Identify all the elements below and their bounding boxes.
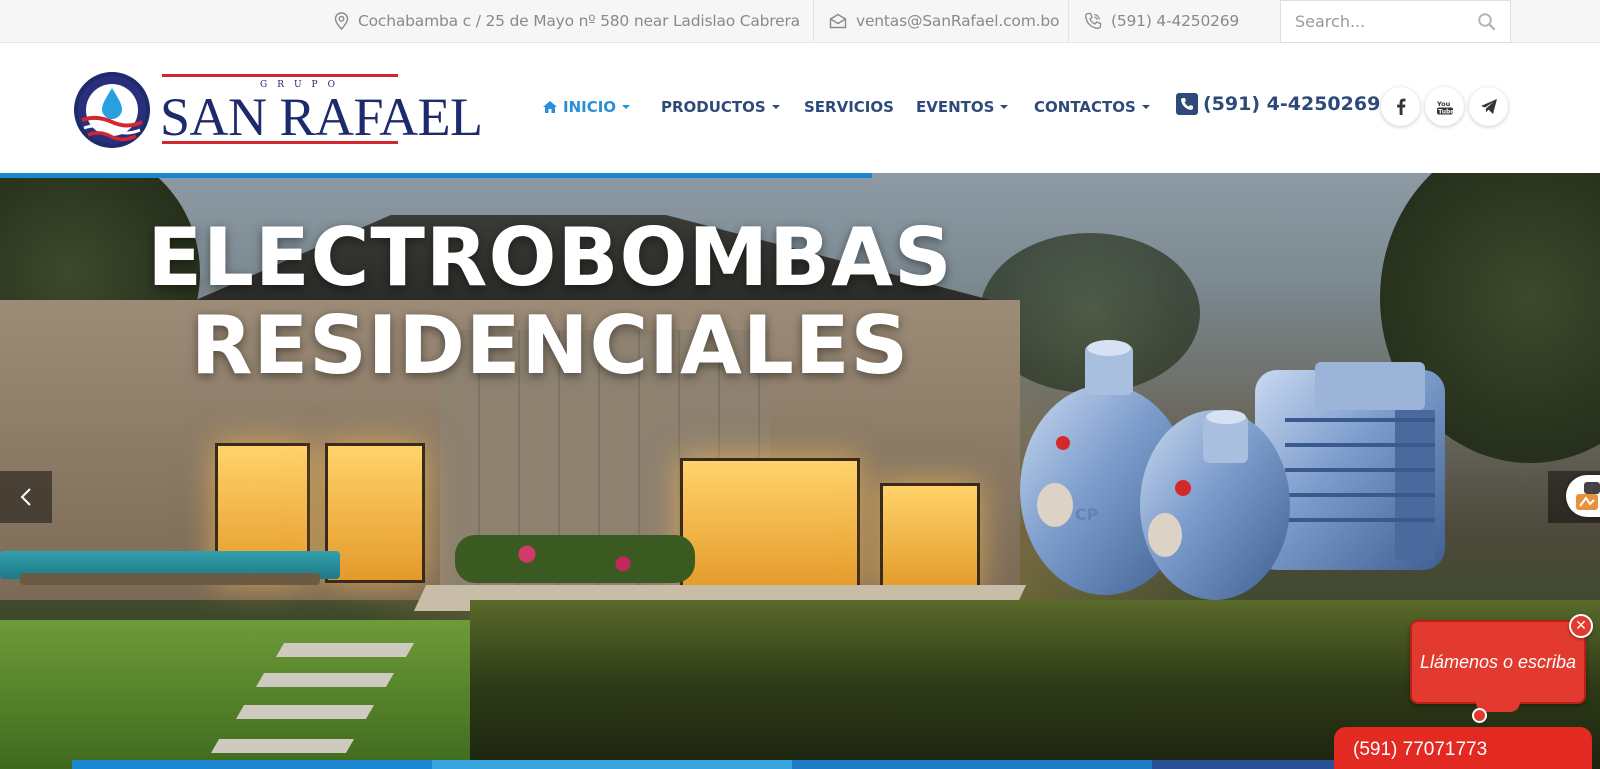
- site-header: GRUPO SAN RAFAEL INICIO PRODUCTOS SERVIC…: [0, 43, 1600, 173]
- address-info: Cochabamba c / 25 de Mayo nº 580 near La…: [334, 0, 800, 42]
- search-input[interactable]: [1295, 1, 1475, 42]
- topbar-divider: [1068, 0, 1069, 42]
- facebook-icon: [1396, 98, 1405, 115]
- stepping-stone: [275, 643, 415, 657]
- stepping-stone: [255, 673, 395, 687]
- header-phone-text: (591) 4-4250269: [1203, 93, 1381, 115]
- phone-icon: [1085, 12, 1102, 29]
- chevron-down-icon: [771, 105, 780, 109]
- contact-phone-text: (591) 77071773: [1353, 739, 1488, 760]
- address-text: Cochabamba c / 25 de Mayo nº 580 near La…: [358, 12, 800, 30]
- home-icon: [543, 101, 557, 113]
- nav-label: SERVICIOS: [804, 98, 894, 116]
- stepping-stone: [235, 705, 375, 719]
- info-strip-3: [792, 760, 1152, 769]
- telegram-icon: [1480, 99, 1497, 114]
- logo[interactable]: GRUPO SAN RAFAEL: [72, 70, 483, 150]
- chevron-left-icon: [20, 488, 31, 506]
- phone-square-icon: [1176, 93, 1198, 115]
- facebook-button[interactable]: [1381, 87, 1420, 126]
- contact-bubble-dot: [1472, 708, 1487, 723]
- nav-label: PRODUCTOS: [661, 98, 766, 116]
- search-box: [1280, 0, 1511, 43]
- house-window: [325, 443, 425, 583]
- info-strip-4: [1152, 760, 1352, 769]
- chevron-down-icon: [622, 105, 631, 109]
- envelope-icon: [829, 13, 847, 29]
- logo-name: SAN RAFAEL: [160, 87, 483, 147]
- nav-eventos[interactable]: EVENTOS: [916, 98, 1009, 116]
- info-strip-2: [432, 760, 792, 769]
- search-icon[interactable]: [1477, 12, 1496, 31]
- stepping-stone: [210, 739, 355, 753]
- nav-label: EVENTOS: [916, 98, 995, 116]
- contact-bubble[interactable]: Llámenos o escriba: [1410, 620, 1586, 704]
- logo-rule-top: [162, 74, 398, 77]
- telegram-button[interactable]: [1469, 87, 1508, 126]
- email-link[interactable]: ventas@SanRafael.com.bo: [856, 12, 1059, 30]
- phone-info[interactable]: (591) 4-4250269: [1084, 0, 1239, 42]
- pump-image: CP: [1020, 340, 1445, 600]
- patio-table: [20, 573, 320, 585]
- header-phone[interactable]: (591) 4-4250269: [1176, 93, 1380, 115]
- svg-text:You: You: [1436, 100, 1451, 108]
- youtube-button[interactable]: You Tube: [1425, 87, 1464, 126]
- email-info[interactable]: ventas@SanRafael.com.bo: [829, 0, 1059, 42]
- chat-widget-icon: [1576, 482, 1600, 510]
- slider-prev-button[interactable]: [0, 471, 52, 523]
- nav-productos[interactable]: PRODUCTOS: [661, 98, 780, 116]
- flower-bed: [455, 535, 695, 583]
- close-icon[interactable]: ✕: [1569, 614, 1593, 638]
- nav-contactos[interactable]: CONTACTOS: [1034, 98, 1150, 116]
- contact-phone-button[interactable]: (591) 77071773: [1334, 727, 1592, 769]
- chevron-down-icon: [1000, 105, 1009, 109]
- house-window: [680, 458, 860, 593]
- top-info-bar: Cochabamba c / 25 de Mayo nº 580 near La…: [0, 0, 1600, 43]
- hero-slider: ELECTROBOMBAS RESIDENCIALES CP: [0, 173, 1600, 769]
- chevron-down-icon: [1141, 105, 1150, 109]
- youtube-icon: You Tube: [1436, 100, 1454, 115]
- nav-label: INICIO: [563, 98, 617, 116]
- phone-text[interactable]: (591) 4-4250269: [1111, 12, 1239, 30]
- topbar-divider: [813, 0, 814, 42]
- nav-label: CONTACTOS: [1034, 98, 1136, 116]
- slider-progress-bar: [0, 173, 872, 178]
- hero-title-line2: RESIDENCIALES: [190, 299, 910, 392]
- logo-rule-bottom: [162, 141, 398, 144]
- nav-inicio[interactable]: INICIO: [542, 98, 631, 116]
- svg-text:CP: CP: [1075, 505, 1099, 524]
- info-strip-1: [72, 760, 432, 769]
- nav-servicios[interactable]: SERVICIOS: [804, 98, 894, 116]
- side-widget-tab[interactable]: [1566, 475, 1600, 517]
- svg-text:Tube: Tube: [1438, 108, 1454, 115]
- contact-bubble-text: Llámenos o escriba: [1419, 651, 1577, 672]
- location-pin-icon: [334, 12, 349, 30]
- house-window: [880, 483, 980, 593]
- hero-title-line1: ELECTROBOMBAS: [147, 211, 953, 304]
- logo-emblem-icon: [74, 72, 150, 148]
